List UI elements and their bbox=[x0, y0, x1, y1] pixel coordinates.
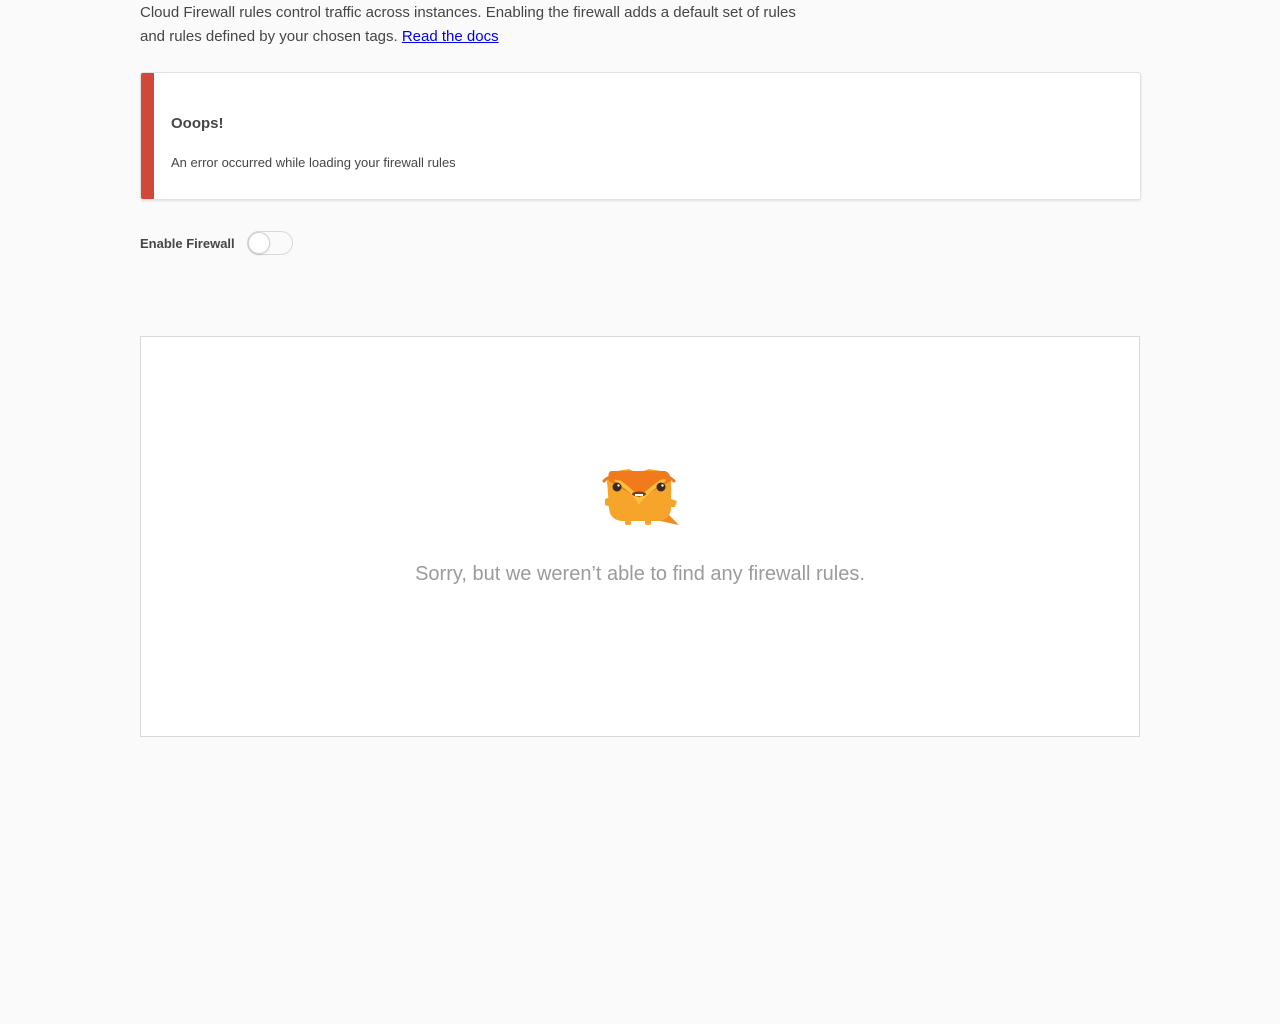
enable-firewall-row: Enable Firewall bbox=[140, 231, 293, 255]
toggle-knob bbox=[247, 232, 270, 254]
mascot-icon bbox=[602, 469, 679, 525]
error-message: An error occurred while loading your fir… bbox=[171, 155, 456, 170]
error-panel: Ooops! An error occurred while loading y… bbox=[140, 72, 1141, 200]
empty-state-message: Sorry, but we weren’t able to find any f… bbox=[415, 563, 865, 585]
empty-state-panel: Sorry, but we weren’t able to find any f… bbox=[140, 336, 1140, 737]
error-accent-bar bbox=[141, 73, 154, 199]
enable-firewall-label: Enable Firewall bbox=[140, 235, 235, 251]
intro-paragraph: Cloud Firewall rules control traffic acr… bbox=[140, 1, 800, 49]
firewall-page: Cloud Firewall rules control traffic acr… bbox=[0, 0, 1280, 1024]
error-title: Ooops! bbox=[171, 115, 224, 132]
read-docs-link[interactable]: Read the docs bbox=[402, 28, 499, 45]
enable-firewall-toggle[interactable] bbox=[246, 231, 293, 255]
